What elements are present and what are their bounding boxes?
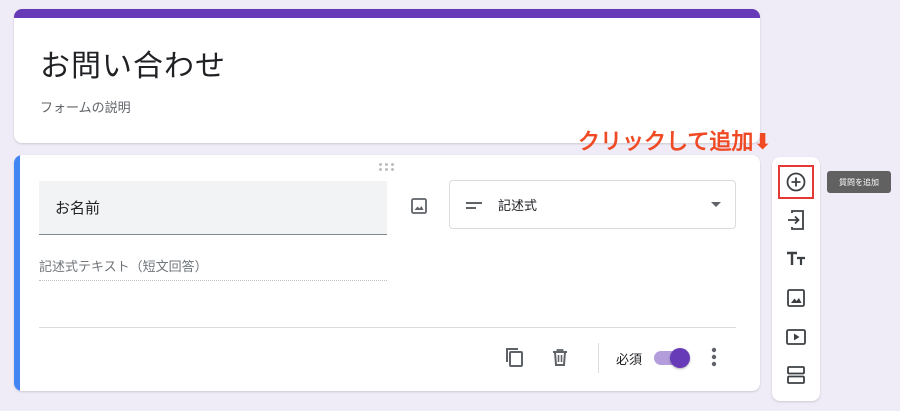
add-circle-icon xyxy=(786,172,806,192)
click-to-add-annotation: クリックして追加⬇ xyxy=(578,130,772,155)
short-answer-icon xyxy=(464,198,484,212)
delete-button[interactable] xyxy=(544,341,576,373)
form-accent-bar xyxy=(14,9,760,18)
question-type-select[interactable]: 記述式 xyxy=(449,180,736,229)
question-card[interactable]: お名前 記述式 記述式テキスト（短文回答） 必須 xyxy=(14,155,760,391)
form-description[interactable]: フォームの説明 xyxy=(40,97,131,116)
import-icon xyxy=(788,210,804,230)
image-icon xyxy=(787,289,805,307)
form-title-card: お問い合わせ フォームの説明 xyxy=(14,9,760,143)
copy-icon xyxy=(506,348,523,367)
import-questions-button[interactable] xyxy=(778,203,814,237)
add-question-button[interactable] xyxy=(778,165,814,199)
add-section-button[interactable] xyxy=(778,358,814,392)
required-toggle[interactable] xyxy=(654,347,690,369)
form-title[interactable]: お問い合わせ xyxy=(40,41,226,85)
section-icon xyxy=(787,366,805,384)
chevron-down-icon xyxy=(711,202,721,207)
toggle-thumb xyxy=(670,348,690,368)
add-video-button[interactable] xyxy=(778,320,814,354)
drag-handle-icon[interactable] xyxy=(379,163,399,173)
video-icon xyxy=(786,329,806,345)
footer-separator xyxy=(598,343,599,373)
side-toolbar xyxy=(772,157,820,401)
question-title-text: お名前 xyxy=(55,199,101,217)
text-fields-icon xyxy=(787,251,805,265)
add-title-button[interactable] xyxy=(778,242,814,276)
more-options-button[interactable] xyxy=(698,341,730,373)
question-title-input[interactable]: お名前 xyxy=(39,181,387,235)
add-image-to-question-button[interactable] xyxy=(404,191,434,221)
duplicate-button[interactable] xyxy=(498,341,530,373)
trash-icon xyxy=(553,349,567,366)
question-type-label: 記述式 xyxy=(498,199,538,214)
card-footer-divider xyxy=(39,327,736,328)
image-icon xyxy=(411,198,427,214)
answer-placeholder: 記述式テキスト（短文回答） xyxy=(39,251,387,281)
question-focus-accent xyxy=(14,155,20,391)
required-label: 必須 xyxy=(616,353,643,368)
add-image-button[interactable] xyxy=(778,281,814,315)
add-question-tooltip: 質問を追加 xyxy=(827,171,891,193)
more-vert-icon xyxy=(711,347,717,367)
